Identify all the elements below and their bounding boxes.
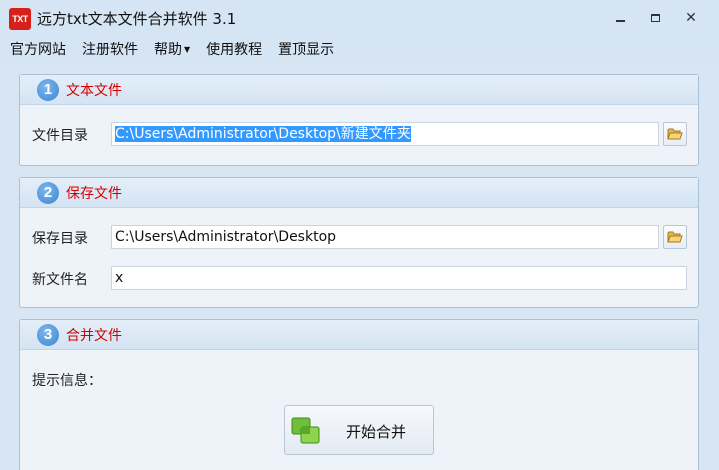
- dropdown-arrow-icon: ▼: [184, 44, 191, 54]
- menu-tutorial[interactable]: 使用教程: [206, 39, 262, 59]
- maximize-icon: [650, 14, 660, 22]
- save-dir-label: 保存目录: [32, 231, 88, 247]
- panel-title: 保存文件: [66, 185, 122, 202]
- minimize-icon: [615, 20, 625, 22]
- panel-title: 合并文件: [66, 327, 122, 344]
- menu-official-site[interactable]: 官方网站: [10, 39, 66, 59]
- save-dir-input[interactable]: C:\Users\Administrator\Desktop: [111, 225, 659, 249]
- panel-header: 3 合并文件: [20, 320, 698, 350]
- panel-header: 1 文本文件: [20, 75, 698, 105]
- merge-panel: 3 合并文件 提示信息： 开始合并: [19, 319, 699, 470]
- app-icon: TXT: [9, 8, 31, 30]
- start-merge-label: 开始合并: [346, 423, 407, 441]
- folder-open-icon: [667, 128, 683, 140]
- step-number-badge: 3: [37, 323, 59, 346]
- close-button[interactable]: ✕: [683, 10, 699, 26]
- new-name-label: 新文件名: [32, 272, 88, 288]
- start-merge-button[interactable]: 开始合并: [284, 405, 434, 455]
- minimize-button[interactable]: [612, 10, 628, 26]
- info-label: 提示信息：: [32, 373, 102, 389]
- file-dir-input[interactable]: C:\Users\Administrator\Desktop\新建文件夹: [111, 122, 659, 146]
- step-number-badge: 2: [37, 181, 59, 204]
- new-name-input[interactable]: x: [111, 266, 687, 290]
- panel-header: 2 保存文件: [20, 178, 698, 208]
- menu-pin-top[interactable]: 置顶显示: [278, 39, 334, 59]
- menu-help[interactable]: 帮助 ▼: [154, 39, 190, 59]
- window-title: 远方txt文本文件合并软件 3.1: [37, 10, 237, 28]
- folder-open-icon: [667, 231, 683, 243]
- menu-register[interactable]: 注册软件: [82, 39, 138, 59]
- merge-icon: [291, 417, 320, 444]
- browse-save-button[interactable]: [663, 225, 687, 249]
- close-icon: ✕: [685, 10, 697, 26]
- save-file-panel: 2 保存文件 保存目录 C:\Users\Administrator\Deskt…: [19, 177, 699, 308]
- text-files-panel: 1 文本文件 文件目录 C:\Users\Administrator\Deskt…: [19, 74, 699, 166]
- step-number-badge: 1: [37, 78, 59, 101]
- file-dir-value: C:\Users\Administrator\Desktop\新建文件夹: [115, 126, 411, 142]
- browse-source-button[interactable]: [663, 122, 687, 146]
- title-bar: TXT 远方txt文本文件合并软件 3.1 ✕: [0, 0, 719, 36]
- maximize-button[interactable]: [647, 10, 663, 26]
- file-dir-label: 文件目录: [32, 128, 88, 144]
- menu-bar: 官方网站 注册软件 帮助 ▼ 使用教程 置顶显示: [0, 36, 719, 62]
- menu-help-label: 帮助: [154, 42, 182, 58]
- panel-title: 文本文件: [66, 82, 122, 99]
